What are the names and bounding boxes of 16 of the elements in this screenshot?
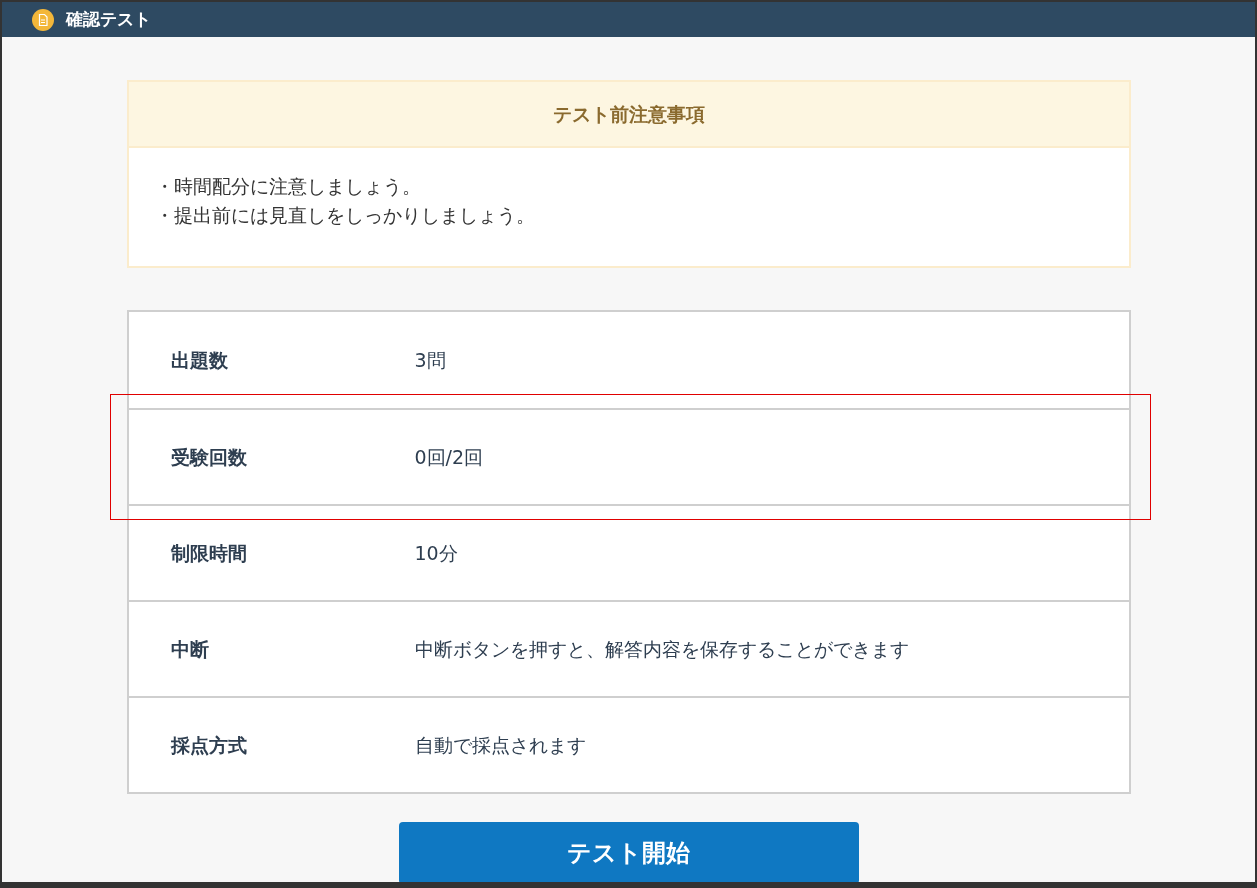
row-label: 受験回数 (169, 444, 248, 470)
notice-text: ・時間配分に注意しましょう。 (154, 174, 422, 199)
notice-title: テスト前注意事項 (552, 101, 705, 127)
row-label: 採点方式 (169, 732, 248, 758)
row-value: 自動で採点されます (414, 732, 586, 758)
row-value: 10分 (414, 540, 458, 566)
row-value: 中断ボタンを押すと、解答内容を保存することができます (414, 636, 909, 662)
row-value: 3問 (414, 347, 446, 373)
document-icon (32, 8, 54, 31)
row-label: 制限時間 (169, 540, 248, 566)
row-value: 0回/2回 (414, 444, 484, 470)
window-title: 確認テスト (66, 7, 151, 31)
row-label: 中断 (169, 636, 210, 662)
notice-text: ・提出前には見直しをしっかりしましょう。 (154, 203, 536, 228)
start-test-button[interactable]: テスト開始 (398, 822, 859, 882)
row-label: 出題数 (169, 347, 229, 373)
